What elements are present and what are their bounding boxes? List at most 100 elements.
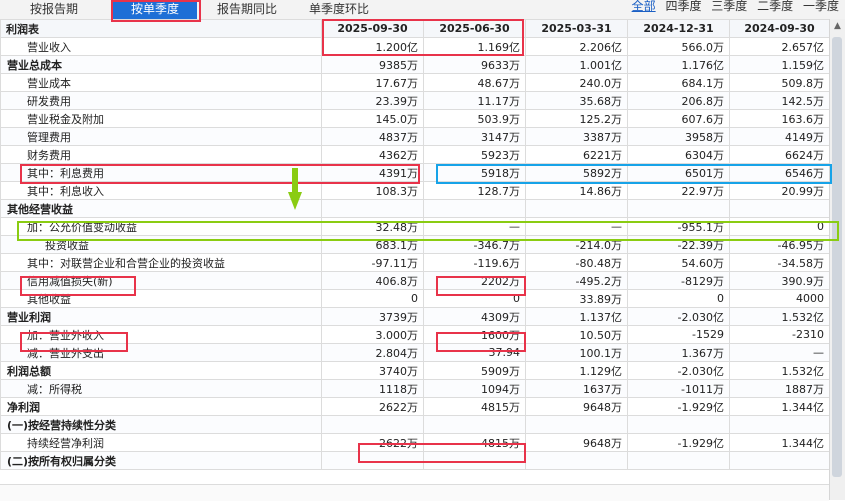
row-label: 财务费用 — [0, 145, 322, 164]
cell-value: 0 — [627, 289, 730, 308]
cell-value: 9648万 — [525, 433, 628, 452]
cell-value: -8129万 — [627, 271, 730, 290]
row-label: 净利润 — [0, 397, 322, 416]
cell-value: -34.58万 — [729, 253, 830, 272]
filter-q3[interactable]: 三季度 — [711, 0, 747, 13]
cell-value: -80.48万 — [525, 253, 628, 272]
cell-value: 0 — [729, 217, 830, 236]
cell-value: 163.6万 — [729, 109, 830, 128]
cell-value: 684.1万 — [627, 73, 730, 92]
filter-all[interactable]: 全部 — [632, 0, 656, 13]
cell-value — [729, 415, 830, 434]
cell-value: 6546万 — [729, 163, 830, 182]
filter-q1[interactable]: 一季度 — [803, 0, 839, 13]
row-label: 营业总成本 — [0, 55, 322, 74]
cell-value: 1600万 — [423, 325, 526, 344]
cell-value: 10.50万 — [525, 325, 628, 344]
cell-value: 5892万 — [525, 163, 628, 182]
table-row: 营业总成本 9385万 9633万 1.001亿 1.176亿 1.159亿 — [0, 55, 830, 74]
table-row: 净利润 2622万 4815万 9648万 -1.929亿 1.344亿 — [0, 397, 830, 416]
cell-value: 125.2万 — [525, 109, 628, 128]
cell-value — [321, 451, 424, 470]
cell-value: 0 — [423, 289, 526, 308]
cell-value: 4000 — [729, 289, 830, 308]
cell-value: 566.0万 — [627, 37, 730, 56]
cell-value: 3740万 — [321, 361, 424, 380]
cell-value: 4815万 — [423, 433, 526, 452]
cell-value: 6501万 — [627, 163, 730, 182]
row-label: 管理费用 — [0, 127, 322, 146]
cell-value — [423, 415, 526, 434]
scroll-thumb[interactable] — [832, 37, 842, 477]
cell-value: -1529 — [627, 325, 730, 344]
cell-value: 1.367万 — [627, 343, 730, 362]
cell-value: 1.344亿 — [729, 397, 830, 416]
row-label: 利润总额 — [0, 361, 322, 380]
column-header: 2025-09-30 — [321, 19, 424, 38]
cell-value: 145.0万 — [321, 109, 424, 128]
table-corner-title: 利润表 — [0, 19, 322, 38]
table-row: (二)按所有权归属分类 — [0, 451, 830, 470]
cell-value: -955.1万 — [627, 217, 730, 236]
table-row: 营业收入 1.200亿 1.169亿 2.206亿 566.0万 2.657亿 — [0, 37, 830, 56]
cell-value: 2.657亿 — [729, 37, 830, 56]
row-label: 减：营业外支出 — [0, 343, 322, 362]
cell-value: 108.3万 — [321, 181, 424, 200]
table-row: 持续经营净利润 2622万 4815万 9648万 -1.929亿 1.344亿 — [0, 433, 830, 452]
row-label: 其中：利息费用 — [0, 163, 322, 182]
cell-value: 509.8万 — [729, 73, 830, 92]
table-row: 减：所得税 1118万 1094万 1637万 -1011万 1887万 — [0, 379, 830, 398]
cell-value: 2202万 — [423, 271, 526, 290]
cell-value: 3958万 — [627, 127, 730, 146]
cell-value: 4149万 — [729, 127, 830, 146]
cell-value: -2.030亿 — [627, 307, 730, 326]
cell-value: 1637万 — [525, 379, 628, 398]
scroll-up-arrow-icon[interactable]: ▲ — [830, 19, 845, 33]
tab-period-yoy[interactable]: 报告期同比 — [204, 0, 290, 19]
cell-value: 6304万 — [627, 145, 730, 164]
tab-by-single-quarter[interactable]: 按单季度 — [113, 0, 197, 19]
cell-value — [525, 415, 628, 434]
table-row: 信用减值损失(新) 406.8万 2202万 -495.2万 -8129万 390.9万 — [0, 271, 830, 290]
cell-value: 1.532亿 — [729, 361, 830, 380]
column-header: 2025-06-30 — [423, 19, 526, 38]
cell-value: 240.0万 — [525, 73, 628, 92]
cell-value: 128.7万 — [423, 181, 526, 200]
cell-value: 4815万 — [423, 397, 526, 416]
table-row: 其中：利息收入 108.3万 128.7万 14.86万 22.97万 20.99万 — [0, 181, 830, 200]
cell-value: 3739万 — [321, 307, 424, 326]
vertical-scrollbar[interactable]: ▲ — [829, 19, 845, 500]
table-row: 其中：利息费用 4391万 5918万 5892万 6501万 6546万 — [0, 163, 830, 182]
cell-value: 1.344亿 — [729, 433, 830, 452]
cell-value: 1.001亿 — [525, 55, 628, 74]
cell-value: 2622万 — [321, 433, 424, 452]
cell-value: 100.1万 — [525, 343, 628, 362]
row-label: 其中：对联营企业和合营企业的投资收益 — [0, 253, 322, 272]
tab-by-report-period[interactable]: 按报告期 — [8, 0, 100, 19]
cell-value: 4309万 — [423, 307, 526, 326]
filter-q2[interactable]: 二季度 — [757, 0, 793, 13]
cell-value — [525, 451, 628, 470]
cell-value: 5909万 — [423, 361, 526, 380]
filter-q4[interactable]: 四季度 — [665, 0, 701, 13]
cell-value: — — [729, 343, 830, 362]
cell-value: 3147万 — [423, 127, 526, 146]
cell-value — [321, 199, 424, 218]
cell-value: 1887万 — [729, 379, 830, 398]
cell-value: 206.8万 — [627, 91, 730, 110]
cell-value: 3387万 — [525, 127, 628, 146]
cell-value — [627, 451, 730, 470]
tab-quarter-qoq[interactable]: 单季度环比 — [296, 0, 382, 19]
row-label: (二)按所有权归属分类 — [0, 451, 322, 470]
cell-value: 54.60万 — [627, 253, 730, 272]
cell-value: 503.9万 — [423, 109, 526, 128]
table-row: 加：公允价值变动收益 32.48万 — — -955.1万 0 — [0, 217, 830, 236]
cell-value: 9633万 — [423, 55, 526, 74]
cell-value: -2.030亿 — [627, 361, 730, 380]
cell-value: — — [525, 217, 628, 236]
row-label: 信用减值损失(新) — [0, 271, 322, 290]
cell-value — [423, 199, 526, 218]
cell-value: 37.94 — [423, 343, 526, 362]
cell-value: -214.0万 — [525, 235, 628, 254]
cell-value — [525, 199, 628, 218]
